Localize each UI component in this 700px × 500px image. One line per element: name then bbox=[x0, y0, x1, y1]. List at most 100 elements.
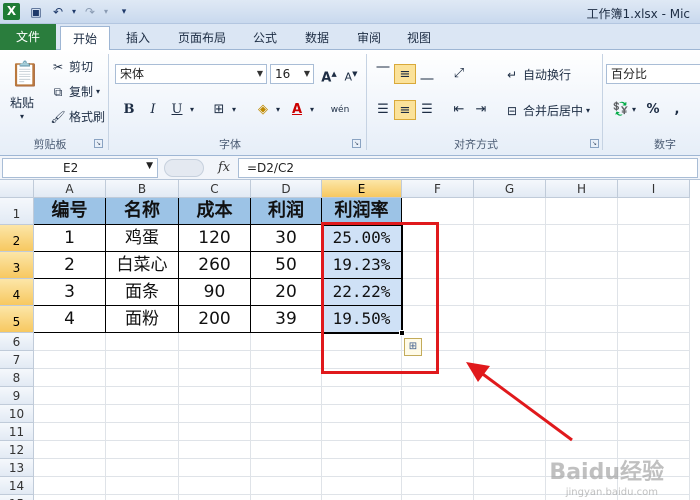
cell[interactable] bbox=[322, 423, 402, 441]
cell[interactable] bbox=[474, 423, 546, 441]
name-box[interactable]: E2 ▼ bbox=[2, 158, 158, 178]
row-header-11[interactable]: 11 bbox=[0, 423, 34, 441]
bold-button[interactable]: B bbox=[118, 100, 140, 120]
cell[interactable] bbox=[179, 495, 251, 500]
cell[interactable] bbox=[34, 351, 106, 369]
row-header-9[interactable]: 9 bbox=[0, 387, 34, 405]
cell[interactable] bbox=[251, 333, 322, 351]
cell[interactable] bbox=[402, 441, 474, 459]
cell[interactable] bbox=[546, 198, 618, 225]
table-header-cell[interactable]: 成本 bbox=[179, 198, 251, 225]
table-cell[interactable]: 鸡蛋 bbox=[106, 225, 179, 252]
row-header-12[interactable]: 12 bbox=[0, 441, 34, 459]
cell[interactable] bbox=[322, 405, 402, 423]
cell[interactable] bbox=[618, 387, 690, 405]
cell[interactable] bbox=[402, 306, 474, 333]
cell[interactable] bbox=[402, 369, 474, 387]
cell[interactable] bbox=[474, 198, 546, 225]
row-header-7[interactable]: 7 bbox=[0, 351, 34, 369]
column-header-b[interactable]: B bbox=[106, 180, 179, 198]
row-header-3[interactable]: 3 bbox=[0, 252, 34, 279]
italic-button[interactable]: I bbox=[142, 100, 164, 120]
cell[interactable] bbox=[34, 441, 106, 459]
cell[interactable] bbox=[34, 369, 106, 387]
cell[interactable] bbox=[474, 405, 546, 423]
cell[interactable] bbox=[106, 333, 179, 351]
cell[interactable] bbox=[402, 279, 474, 306]
tab-file[interactable]: 文件 bbox=[0, 24, 56, 50]
row-header-1[interactable]: 1 bbox=[0, 198, 34, 225]
column-header-f[interactable]: F bbox=[402, 180, 474, 198]
insert-function-icon[interactable]: fx bbox=[218, 160, 230, 175]
tab-home[interactable]: 开始 bbox=[60, 26, 110, 50]
column-header-d[interactable]: D bbox=[251, 180, 322, 198]
cell[interactable] bbox=[251, 423, 322, 441]
row-header-14[interactable]: 14 bbox=[0, 477, 34, 495]
column-header-e[interactable]: E bbox=[322, 180, 402, 198]
cell[interactable] bbox=[34, 405, 106, 423]
cell[interactable] bbox=[106, 405, 179, 423]
cell[interactable] bbox=[402, 252, 474, 279]
cell[interactable] bbox=[618, 306, 690, 333]
formula-resize-handle[interactable] bbox=[164, 159, 204, 177]
row-header-10[interactable]: 10 bbox=[0, 405, 34, 423]
cell[interactable] bbox=[402, 495, 474, 500]
cell[interactable] bbox=[106, 351, 179, 369]
merge-center-button[interactable]: ⊟ 合并后居中 ▾ bbox=[504, 102, 590, 119]
tab-insert[interactable]: 插入 bbox=[116, 26, 160, 50]
cell[interactable] bbox=[179, 351, 251, 369]
cell[interactable] bbox=[402, 198, 474, 225]
table-cell[interactable]: 2 bbox=[34, 252, 106, 279]
table-cell[interactable]: 20 bbox=[251, 279, 322, 306]
cell[interactable] bbox=[106, 369, 179, 387]
cell[interactable] bbox=[251, 477, 322, 495]
cell[interactable] bbox=[474, 369, 546, 387]
select-all-corner[interactable] bbox=[0, 180, 34, 198]
table-cell[interactable]: 120 bbox=[179, 225, 251, 252]
tab-formulas[interactable]: 公式 bbox=[244, 26, 286, 50]
table-cell[interactable]: 30 bbox=[251, 225, 322, 252]
cell[interactable] bbox=[546, 279, 618, 306]
cell[interactable] bbox=[322, 387, 402, 405]
format-painter-button[interactable]: 🖌 格式刷 bbox=[50, 108, 105, 125]
cell[interactable] bbox=[251, 459, 322, 477]
table-cell[interactable]: 4 bbox=[34, 306, 106, 333]
phonetic-button[interactable]: wén bbox=[326, 100, 354, 120]
table-cell[interactable]: 面条 bbox=[106, 279, 179, 306]
cell[interactable] bbox=[106, 495, 179, 500]
cell[interactable] bbox=[402, 405, 474, 423]
table-cell[interactable]: 白菜心 bbox=[106, 252, 179, 279]
wrap-text-button[interactable]: ↵ 自动换行 bbox=[504, 66, 571, 83]
cell[interactable] bbox=[106, 441, 179, 459]
cell[interactable] bbox=[179, 441, 251, 459]
profit-rate-cell[interactable]: 22.22% bbox=[322, 279, 402, 306]
cell[interactable] bbox=[34, 459, 106, 477]
table-header-cell[interactable]: 利润率 bbox=[322, 198, 402, 225]
cell[interactable] bbox=[546, 225, 618, 252]
column-header-i[interactable]: I bbox=[618, 180, 690, 198]
row-header-13[interactable]: 13 bbox=[0, 459, 34, 477]
cell[interactable] bbox=[546, 333, 618, 351]
cell[interactable] bbox=[34, 333, 106, 351]
tab-data[interactable]: 数据 bbox=[296, 26, 338, 50]
cell[interactable] bbox=[402, 459, 474, 477]
column-header-h[interactable]: H bbox=[546, 180, 618, 198]
row-header-4[interactable]: 4 bbox=[0, 279, 34, 306]
table-cell[interactable]: 面粉 bbox=[106, 306, 179, 333]
cell[interactable] bbox=[251, 495, 322, 500]
auto-fill-options-icon[interactable]: ⊞ bbox=[404, 338, 422, 356]
tab-review[interactable]: 审阅 bbox=[348, 26, 390, 50]
cell[interactable] bbox=[179, 369, 251, 387]
table-cell[interactable]: 200 bbox=[179, 306, 251, 333]
table-cell[interactable]: 1 bbox=[34, 225, 106, 252]
cell[interactable] bbox=[179, 387, 251, 405]
table-cell[interactable]: 39 bbox=[251, 306, 322, 333]
profit-rate-cell[interactable]: 19.23% bbox=[322, 252, 402, 279]
shrink-font-button[interactable]: A▼ bbox=[340, 64, 362, 84]
cell[interactable] bbox=[618, 333, 690, 351]
font-launcher-icon[interactable]: ↘ bbox=[352, 139, 361, 148]
fill-dropdown-icon[interactable]: ▾ bbox=[272, 100, 284, 120]
profit-rate-cell[interactable]: 25.00% bbox=[322, 225, 402, 252]
align-left-icon[interactable]: ☰ bbox=[372, 100, 394, 120]
cell[interactable] bbox=[251, 369, 322, 387]
